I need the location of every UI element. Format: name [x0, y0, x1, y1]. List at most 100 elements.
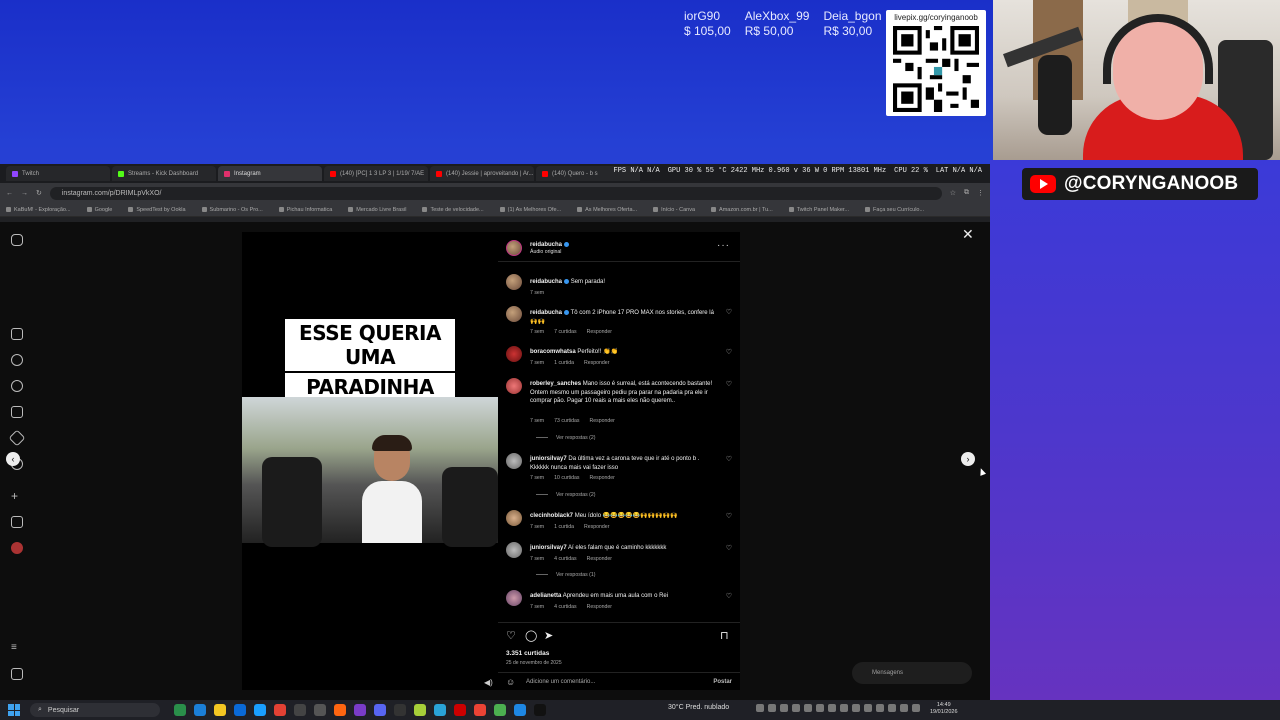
weather-widget[interactable]: 30°C Pred. nublado [668, 704, 729, 711]
steam-icon[interactable] [254, 704, 266, 716]
url-input[interactable]: instagram.com/p/DRIMLpVkXO/ [49, 186, 942, 200]
mute-icon[interactable]: ◀) [484, 678, 494, 687]
store-icon[interactable] [234, 704, 246, 716]
bookmark-item[interactable]: Faça seu Currículo... [865, 207, 924, 213]
author-avatar[interactable] [506, 274, 522, 290]
tray-icon[interactable] [876, 704, 884, 712]
like-comment-icon[interactable]: ♡ [726, 348, 732, 356]
like-comment-icon[interactable]: ♡ [726, 308, 732, 316]
commenter-avatar[interactable] [506, 306, 522, 322]
tray-icon[interactable] [792, 704, 800, 712]
discord-icon[interactable] [374, 704, 386, 716]
browser-tab[interactable]: Streams - Kick Dashboard [112, 166, 216, 181]
also-from-meta-icon[interactable] [11, 668, 23, 680]
save-icon[interactable]: ⊓ [720, 629, 729, 642]
reload-icon[interactable]: ↻ [36, 189, 42, 197]
emoji-icon[interactable]: ☺ [506, 677, 515, 687]
comment-username[interactable]: juniorsilvay7 [530, 545, 567, 551]
like-count[interactable]: 3.351 curtidas [506, 650, 549, 657]
comment-likes[interactable]: 73 curtidas [554, 418, 579, 424]
reply-button[interactable]: Responder [584, 360, 609, 366]
start-menu-icon[interactable] [8, 704, 20, 716]
edge-icon[interactable] [194, 704, 206, 716]
like-icon[interactable]: ♡ [506, 629, 516, 642]
comment-username[interactable]: reidabucha [530, 310, 562, 316]
tray-icon[interactable] [900, 704, 908, 712]
dashboard-icon[interactable] [11, 516, 23, 528]
commenter-avatar[interactable] [506, 510, 522, 526]
tray-icon[interactable] [828, 704, 836, 712]
explore-icon[interactable] [11, 380, 23, 392]
like-comment-icon[interactable]: ♡ [726, 380, 732, 388]
menu-icon[interactable]: ⋮ [977, 189, 984, 197]
app-icon[interactable] [354, 704, 366, 716]
obs-icon[interactable] [394, 704, 406, 716]
tray-icon[interactable] [804, 704, 812, 712]
view-replies-button[interactable]: Ver respostas (2) [536, 492, 596, 498]
forward-icon[interactable]: → [21, 190, 28, 197]
tray-icon[interactable] [756, 704, 764, 712]
app-icon[interactable] [414, 704, 426, 716]
comment-icon[interactable]: ◯ [525, 629, 537, 642]
comment-username[interactable]: roberley_sanches [530, 381, 581, 387]
view-replies-button[interactable]: Ver respostas (1) [536, 572, 596, 578]
profile-avatar[interactable] [11, 542, 23, 554]
tray-icon[interactable] [912, 704, 920, 712]
like-comment-icon[interactable]: ♡ [726, 455, 732, 463]
taskbar-search[interactable]: ⌕ Pesquisar [30, 703, 160, 717]
like-comment-icon[interactable]: ♡ [726, 512, 732, 520]
comment-username[interactable]: reidabucha [530, 279, 562, 285]
messages-button[interactable]: Mensagens [852, 662, 972, 684]
bookmark-item[interactable]: Pichau Informatica [278, 207, 332, 213]
tray-icon[interactable] [864, 704, 872, 712]
app-icon[interactable] [514, 704, 526, 716]
reply-button[interactable]: Responder [587, 329, 612, 335]
bookmark-item[interactable]: KaBuM! - Exploração... [6, 207, 71, 213]
comment-username[interactable]: juniorsilvay7 [530, 456, 567, 462]
reply-button[interactable]: Responder [590, 418, 615, 424]
like-comment-icon[interactable]: ♡ [726, 544, 732, 552]
reply-button[interactable]: Responder [587, 604, 612, 610]
comment-likes[interactable]: 1 curtida [554, 360, 574, 366]
app-icon[interactable] [314, 704, 326, 716]
app-icon[interactable] [494, 704, 506, 716]
bookmark-item[interactable]: Google [86, 207, 112, 213]
tray-icon[interactable] [768, 704, 776, 712]
bookmark-item[interactable]: Twitch Panel Maker... [788, 207, 849, 213]
app-icon[interactable] [454, 704, 466, 716]
audio-label[interactable]: Áudio original [530, 249, 569, 255]
taskbar-clock[interactable]: 14:49 19/01/2026 [930, 702, 958, 716]
firefox-icon[interactable] [334, 704, 346, 716]
chrome-icon[interactable] [474, 704, 486, 716]
bookmark-star-icon[interactable]: ☆ [950, 189, 956, 197]
bookmark-item[interactable]: Início - Canva [653, 207, 695, 213]
browser-tab[interactable]: (140) Jessie | aproveitando | Ar... [430, 166, 534, 181]
app-icon[interactable] [174, 704, 186, 716]
author-username[interactable]: reidabucha [530, 242, 562, 248]
comment-likes[interactable]: 1 curtida [554, 524, 574, 530]
app-icon[interactable] [294, 704, 306, 716]
bookmark-item[interactable]: SpeedTest by Ookla [128, 207, 186, 213]
bookmark-item[interactable]: As Melhores Oferta... [577, 207, 637, 213]
comment-likes[interactable]: 10 curtidas [554, 475, 579, 481]
bookmark-item[interactable]: Teste de velocidade... [422, 207, 484, 213]
commenter-avatar[interactable] [506, 378, 522, 394]
view-replies-button[interactable]: Ver respostas (2) [536, 435, 596, 441]
search-icon[interactable] [11, 354, 23, 366]
bookmark-item[interactable]: Submarino - Os Pro... [201, 207, 263, 213]
reel-video[interactable]: ESSE QUERIA UMA PARADINHA DE GRAÇA [242, 232, 498, 690]
messages-icon[interactable] [8, 429, 26, 447]
extensions-icon[interactable]: ⧉ [964, 189, 969, 197]
reply-button[interactable]: Responder [587, 556, 612, 562]
comment-username[interactable]: clecinhoblack7 [530, 513, 573, 519]
commenter-avatar[interactable] [506, 346, 522, 362]
browser-tab[interactable]: (140) [PC] 1 3 LP 3 | 1/19/ 7/AE [324, 166, 428, 181]
browser-tab[interactable]: Twitch [6, 166, 110, 181]
app-icon[interactable] [434, 704, 446, 716]
bookmark-item[interactable]: Mercado Livre Brasil [348, 207, 406, 213]
back-icon[interactable]: ← [6, 190, 13, 197]
create-icon[interactable]: + [11, 490, 23, 502]
like-comment-icon[interactable]: ♡ [726, 592, 732, 600]
share-icon[interactable]: ➤ [544, 629, 553, 642]
tray-icon[interactable] [888, 704, 896, 712]
